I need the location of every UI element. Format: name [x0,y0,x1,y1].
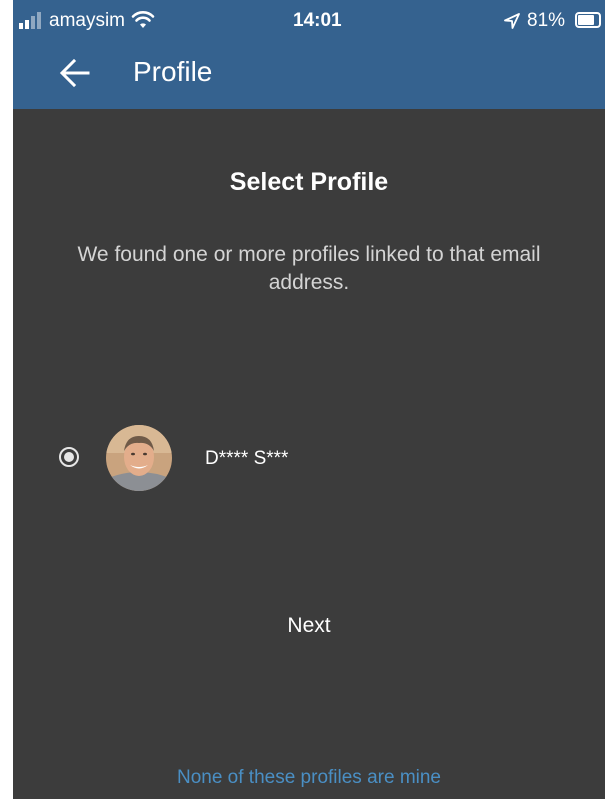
app-screen: amaysim 14:01 81% Profile Select Profile… [13,0,605,799]
profile-option[interactable]: D**** S*** [43,420,583,496]
page-title: Profile [133,56,213,87]
back-arrow-icon[interactable] [59,58,91,88]
battery-level-fill [578,15,595,25]
profile-name: D**** S*** [205,448,289,469]
battery-percentage: 81% [527,10,566,31]
status-bar: amaysim 14:01 81% [13,0,605,44]
profile-radio-button[interactable] [59,447,79,467]
battery-icon [575,12,601,28]
none-of-these-profiles-link[interactable]: None of these profiles are mine [13,767,605,789]
avatar [106,425,172,491]
radio-selected-dot [64,452,74,462]
wifi-icon [131,11,155,28]
cellular-signal-icon [19,12,41,29]
location-arrow-icon [504,13,520,29]
carrier-name: amaysim [49,10,126,31]
next-button[interactable]: Next [259,608,359,644]
profiles-found-description: We found one or more profiles linked to … [77,243,541,294]
clock-time: 14:01 [293,10,342,31]
select-profile-heading: Select Profile [229,168,389,196]
app-header: amaysim 14:01 81% Profile [13,0,605,109]
